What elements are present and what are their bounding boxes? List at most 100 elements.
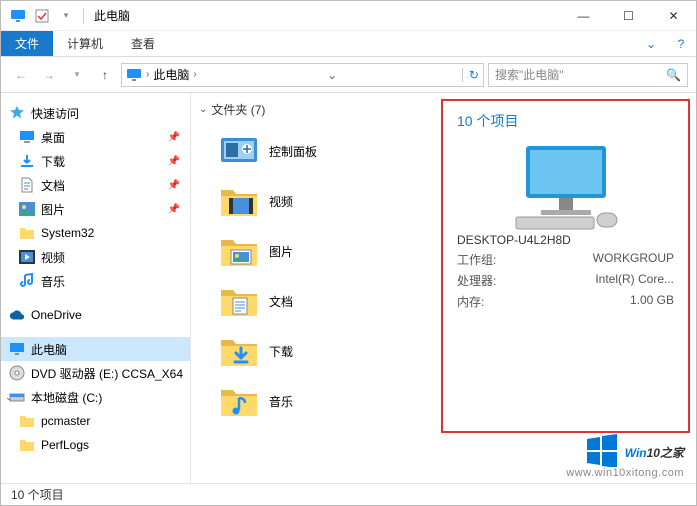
sidebar-item-label: 文档 (41, 177, 65, 194)
app-icon[interactable] (7, 5, 29, 27)
sidebar-item-desktop[interactable]: 桌面 📌 (1, 125, 190, 149)
details-value: 1.00 GB (630, 293, 674, 310)
folder-control-panel[interactable]: 控制面板 (199, 126, 441, 176)
star-icon (9, 105, 25, 121)
sidebar-item-music[interactable]: 音乐 (1, 269, 190, 293)
tab-file[interactable]: 文件 (1, 31, 53, 56)
pc-icon (126, 67, 142, 83)
ribbon-expand-icon[interactable]: ⌄ (636, 37, 666, 51)
tree-collapse-icon[interactable]: ⌄ (5, 392, 13, 403)
sidebar-item-label: 下载 (41, 153, 65, 170)
details-row-workgroup: 工作组: WORKGROUP (457, 251, 674, 268)
forward-button[interactable]: → (37, 63, 61, 87)
title-bar: ▾ 此电脑 — ☐ ✕ (1, 1, 696, 31)
sidebar-item-label: 桌面 (41, 129, 65, 146)
chevron-down-icon[interactable]: ⌄ (199, 104, 207, 115)
main-area: 快速访问 桌面 📌 下载 📌 文档 📌 图片 📌 (1, 93, 696, 483)
folder-label: 音乐 (269, 393, 293, 410)
folder-icon (19, 413, 35, 429)
sidebar-item-label: OneDrive (31, 308, 82, 322)
status-bar: 10 个项目 (1, 483, 696, 505)
folder-downloads[interactable]: 下载 (199, 326, 441, 376)
folder-videos-icon (219, 183, 259, 219)
details-pane: 10 个项目 DESKTOP-U4L2H8D 工作组: WORKGROUP 处理… (441, 99, 690, 433)
search-placeholder: 搜索"此电脑" (495, 66, 564, 83)
details-row-memory: 内存: 1.00 GB (457, 293, 674, 310)
details-key: 工作组: (457, 251, 496, 268)
folder-label: 文档 (269, 293, 293, 310)
navigation-bar: ← → ▾ ↑ › 此电脑 › ⌄ ↻ 搜索"此电脑" 🔍 (1, 57, 696, 93)
video-icon (19, 249, 35, 265)
sidebar-item-documents[interactable]: 文档 📌 (1, 173, 190, 197)
folders-group-header[interactable]: ⌄ 文件夹 (7) (199, 101, 441, 118)
download-icon (19, 153, 35, 169)
folder-music[interactable]: 音乐 (199, 376, 441, 426)
sidebar-item-label: 此电脑 (31, 341, 67, 358)
chevron-right-icon[interactable]: › (193, 69, 196, 80)
computer-name: DESKTOP-U4L2H8D (457, 233, 674, 247)
navigation-pane: 快速访问 桌面 📌 下载 📌 文档 📌 图片 📌 (1, 93, 191, 483)
folder-music-icon (219, 383, 259, 419)
details-value: WORKGROUP (593, 251, 674, 268)
sidebar-this-pc[interactable]: 此电脑 (1, 337, 190, 361)
watermark: Win10之家 www.win10xitong.com (566, 433, 684, 479)
watermark-url: www.win10xitong.com (566, 467, 684, 479)
breadcrumb[interactable]: 此电脑 (153, 66, 189, 83)
search-input[interactable]: 搜索"此电脑" 🔍 (488, 63, 688, 87)
recent-dropdown-icon[interactable]: ▾ (65, 63, 89, 87)
sidebar-item-videos[interactable]: 视频 (1, 245, 190, 269)
folder-documents[interactable]: 文档 (199, 276, 441, 326)
music-icon (19, 273, 35, 289)
sidebar-item-label: DVD 驱动器 (E:) CCSA_X64 (31, 365, 183, 382)
back-button[interactable]: ← (9, 63, 33, 87)
folder-label: 图片 (269, 243, 293, 260)
checkbox-icon[interactable] (31, 5, 53, 27)
minimize-button[interactable]: — (561, 1, 606, 31)
sidebar-item-pcmaster[interactable]: pcmaster (1, 409, 190, 433)
up-button[interactable]: ↑ (93, 63, 117, 87)
help-icon[interactable]: ? (666, 37, 696, 51)
sidebar-item-label: 音乐 (41, 273, 65, 290)
folder-pictures[interactable]: 图片 (199, 226, 441, 276)
quick-access-toolbar: ▾ (7, 5, 77, 27)
address-bar[interactable]: › 此电脑 › ⌄ ↻ (121, 63, 484, 87)
pc-icon (9, 341, 25, 357)
document-icon (19, 177, 35, 193)
folder-videos[interactable]: 视频 (199, 176, 441, 226)
tab-computer[interactable]: 计算机 (53, 31, 117, 56)
chevron-right-icon[interactable]: › (146, 69, 149, 80)
search-icon[interactable]: 🔍 (666, 68, 681, 82)
brand-suffix: 之家 (660, 446, 684, 460)
qat-dropdown-icon[interactable]: ▾ (55, 5, 77, 27)
details-value: Intel(R) Core... (595, 272, 674, 289)
refresh-icon[interactable]: ↻ (462, 68, 479, 82)
folder-label: 控制面板 (269, 143, 317, 160)
cloud-icon (9, 307, 25, 323)
sidebar-item-label: 快速访问 (31, 105, 79, 122)
sidebar-item-label: System32 (41, 226, 94, 240)
details-title: 10 个项目 (457, 111, 674, 131)
sidebar-item-downloads[interactable]: 下载 📌 (1, 149, 190, 173)
sidebar-item-perflogs[interactable]: PerfLogs (1, 433, 190, 457)
sidebar-item-label: 图片 (41, 201, 65, 218)
sidebar-local-disk[interactable]: ⌄ 本地磁盘 (C:) (1, 385, 190, 409)
sidebar-quick-access[interactable]: 快速访问 (1, 101, 190, 125)
maximize-button[interactable]: ☐ (606, 1, 651, 31)
control-panel-icon (219, 133, 259, 169)
sidebar-onedrive[interactable]: OneDrive (1, 303, 190, 327)
brand-10: 10 (647, 446, 660, 460)
tab-view[interactable]: 查看 (117, 31, 169, 56)
pin-icon: 📌 (168, 180, 180, 191)
pin-icon: 📌 (168, 132, 180, 143)
sidebar-item-system32[interactable]: System32 (1, 221, 190, 245)
history-dropdown-icon[interactable]: ⌄ (321, 68, 337, 82)
folder-view: ⌄ 文件夹 (7) 控制面板 视频 图片 文档 下载 音乐 (191, 93, 441, 483)
sidebar-item-pictures[interactable]: 图片 📌 (1, 197, 190, 221)
folder-icon (19, 437, 35, 453)
sidebar-dvd[interactable]: DVD 驱动器 (E:) CCSA_X64 (1, 361, 190, 385)
sidebar-item-label: pcmaster (41, 414, 90, 428)
computer-illustration (511, 141, 621, 221)
disc-icon (9, 365, 25, 381)
close-button[interactable]: ✕ (651, 1, 696, 31)
sidebar-item-label: 视频 (41, 249, 65, 266)
